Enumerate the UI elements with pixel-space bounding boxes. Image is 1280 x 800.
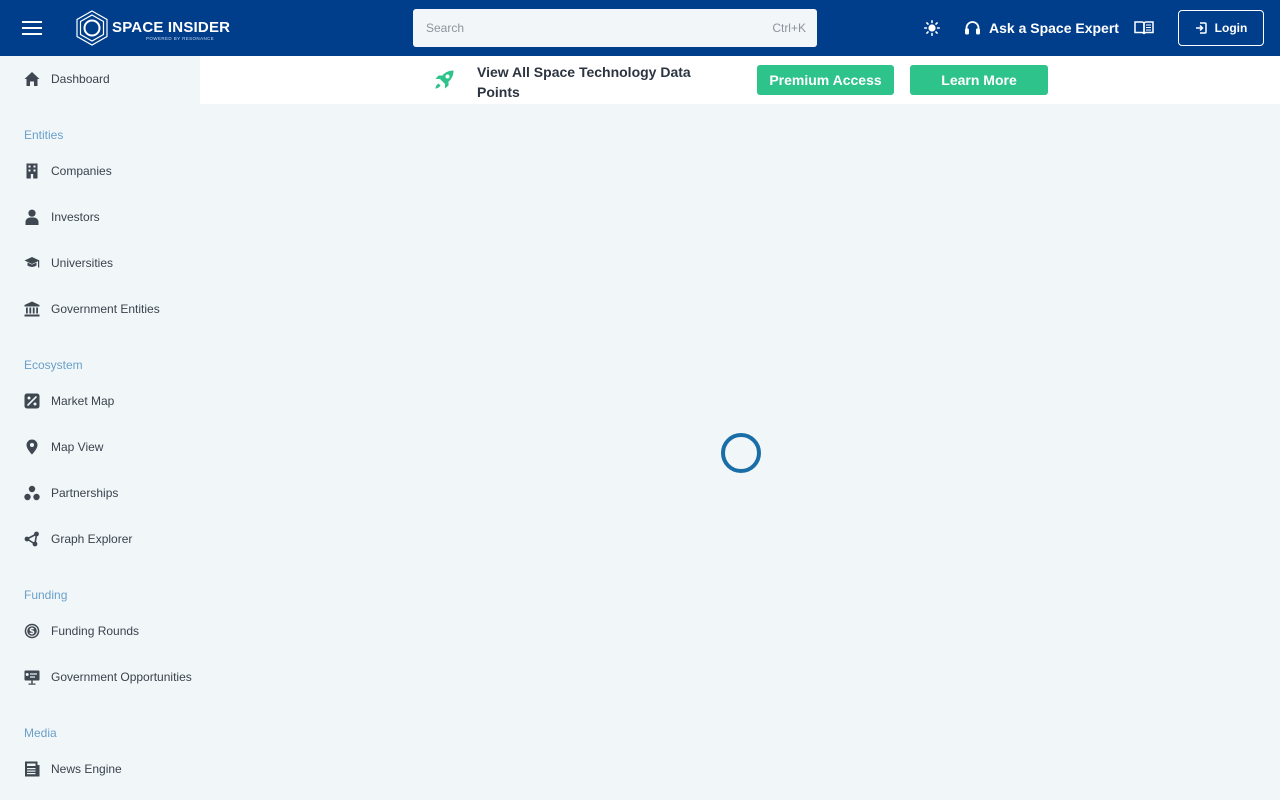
person-icon [25, 209, 39, 225]
sidebar-item-market-map[interactable]: Market Map [0, 383, 200, 419]
home-icon [24, 72, 40, 86]
logo-subtext: POWERED BY RESONANCE [146, 36, 215, 41]
headset-icon [965, 21, 980, 35]
space-insider-logo[interactable]: SPACE INSIDER POWERED BY RESONANCE [76, 10, 230, 46]
sidebar-item-label: Companies [51, 164, 112, 178]
sun-icon [924, 20, 940, 36]
premium-access-button[interactable]: Premium Access [757, 65, 894, 95]
market-map-icon [24, 393, 40, 409]
login-button[interactable]: Login [1178, 10, 1264, 46]
top-navbar: SPACE INSIDER POWERED BY RESONANCE Ctrl+… [0, 0, 1280, 56]
sidebar-item-government-entities[interactable]: Government Entities [0, 291, 200, 327]
ask-expert-label: Ask a Space Expert [989, 20, 1119, 36]
partnership-dots-icon [24, 485, 40, 501]
banner-title: View All Space Technology Data Points [477, 64, 691, 100]
section-label-media: Media [24, 726, 57, 740]
hexagon-logo-icon [76, 10, 108, 46]
sidebar-item-label: News Engine [51, 762, 122, 776]
graduation-cap-icon [24, 257, 40, 268]
search-shortcut: Ctrl+K [772, 21, 806, 35]
sidebar-item-graph-explorer[interactable]: Graph Explorer [0, 521, 200, 557]
menu-button[interactable] [14, 14, 50, 42]
menu-icon [22, 21, 42, 35]
learn-more-button[interactable]: Learn More [910, 65, 1048, 95]
sidebar-item-universities[interactable]: Universities [0, 245, 200, 281]
dollar-coin-icon: $ [24, 623, 40, 639]
sidebar-item-label: Universities [51, 256, 114, 270]
guide-button[interactable] [1130, 14, 1158, 42]
sidebar-item-label: Partnerships [51, 486, 119, 500]
theme-toggle-button[interactable] [918, 14, 946, 42]
sidebar-item-label: Funding Rounds [51, 624, 140, 638]
graph-nodes-icon [24, 531, 39, 547]
building-icon [26, 163, 38, 179]
sidebar-item-map-view[interactable]: Map View [0, 429, 200, 465]
login-label: Login [1214, 21, 1248, 35]
sidebar-item-label: Graph Explorer [51, 532, 133, 546]
sidebar-item-funding-rounds[interactable]: $ Funding Rounds [0, 613, 200, 649]
section-label-entities: Entities [24, 128, 64, 142]
sidebar-item-dashboard[interactable]: Dashboard [0, 61, 200, 97]
sidebar-item-label: Market Map [51, 394, 115, 408]
sidebar-item-partnerships[interactable]: Partnerships [0, 475, 200, 511]
sidebar: Dashboard Entities Companies Investors U… [0, 56, 200, 800]
map-pin-icon [26, 439, 38, 455]
sidebar-item-label: Investors [51, 210, 100, 224]
newspaper-icon [25, 761, 40, 777]
government-building-icon [24, 301, 40, 317]
login-icon [1195, 22, 1207, 34]
book-icon [1134, 21, 1154, 35]
loading-spinner [721, 433, 761, 473]
ask-expert-button[interactable]: Ask a Space Expert [964, 14, 1119, 42]
search-input[interactable] [413, 9, 743, 47]
sidebar-item-label: Map View [51, 440, 104, 454]
section-label-ecosystem: Ecosystem [24, 358, 83, 372]
sidebar-item-investors[interactable]: Investors [0, 199, 200, 235]
promo-banner: View All Space Technology Data Points Pr… [200, 56, 1280, 104]
rocket-icon [435, 70, 454, 89]
sidebar-item-news-engine[interactable]: News Engine [0, 751, 200, 787]
presentation-board-icon [24, 670, 40, 685]
sidebar-item-companies[interactable]: Companies [0, 153, 200, 189]
sidebar-item-label: Government Opportunities [51, 670, 192, 684]
sidebar-item-label: Government Entities [51, 302, 160, 316]
section-label-funding: Funding [24, 588, 68, 602]
search-box: Ctrl+K [413, 9, 817, 47]
sidebar-item-government-opportunities[interactable]: Government Opportunities [0, 659, 200, 695]
svg-text:$: $ [29, 627, 35, 637]
sidebar-item-label: Dashboard [51, 72, 110, 86]
logo-text: SPACE INSIDER [112, 19, 231, 36]
